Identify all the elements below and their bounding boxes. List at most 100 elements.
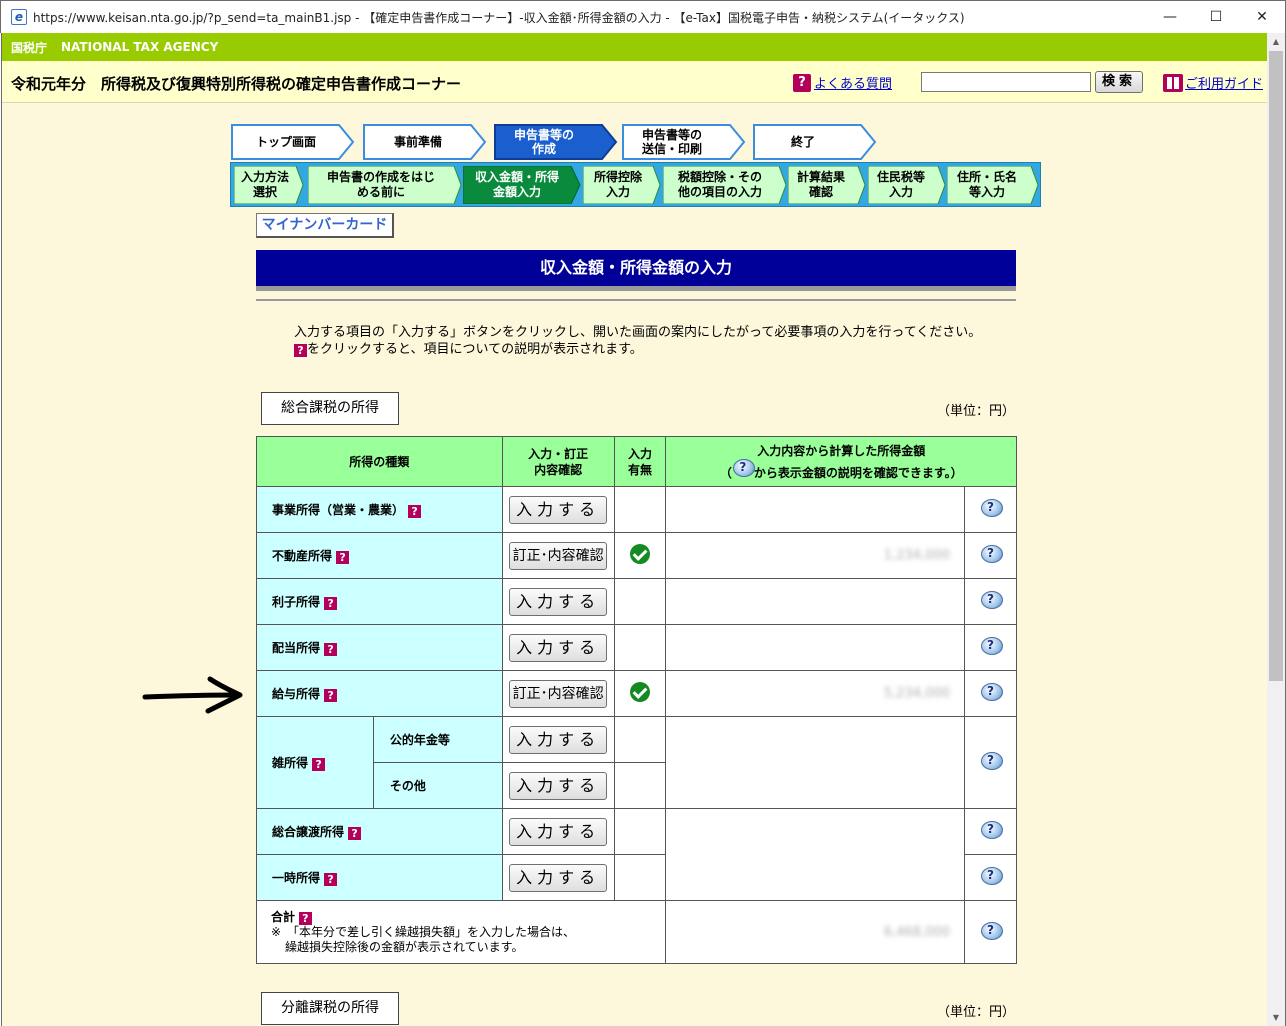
instructions-line1: 入力する項目の「入力する」ボタンをクリックし、開いた画面の案内にしたがって必要事… <box>294 325 982 340</box>
question-icon[interactable]: ? <box>324 597 338 610</box>
interest-input-button[interactable]: 入力する <box>509 587 608 616</box>
help-icon-glyph: ? <box>987 684 994 698</box>
substep-deduction[interactable]: 所得控除 入力 <box>583 166 661 204</box>
substep-address[interactable]: 住所・氏名 等入力 <box>947 166 1039 204</box>
row-capitalgain-label-text: 総合譲渡所得 <box>272 825 345 839</box>
faq-link-label[interactable]: よくある質問 <box>814 73 892 92</box>
row-salary-action: 訂正･内容確認 <box>501 670 615 717</box>
guide-link[interactable]: ご利用ガイド <box>1163 73 1263 92</box>
minimize-button[interactable]: — <box>1147 1 1193 33</box>
faq-link[interactable]: ? よくある質問 <box>793 73 892 92</box>
window-title: https://www.keisan.nta.go.jp/?p_send=ta_… <box>33 10 965 25</box>
substep-taxcredit-line1: 税額控除・その <box>677 170 762 184</box>
help-icon-glyph: ? <box>987 500 994 514</box>
substep-taxcredit-label: 税額控除・その 他の項目の入力 <box>663 166 777 204</box>
header-amount: 入力内容から計算した所得金額 （? から表示金額の説明を確認できます。） <box>665 436 1017 487</box>
substep-before[interactable]: 申告書の作成をはじ める前に <box>308 166 462 204</box>
row-business-amount <box>665 486 966 533</box>
help-icon[interactable]: ? <box>980 821 1003 839</box>
row-total-title-text: 合計 <box>271 909 296 924</box>
help-icon[interactable]: ? <box>980 867 1003 885</box>
question-icon[interactable]: ? <box>324 873 338 886</box>
step-create-line2: 作成 <box>531 142 556 156</box>
row-dividend-label: 配当所得? <box>256 624 503 671</box>
mynumber-card-button[interactable]: マイナンバーカード <box>256 213 394 238</box>
question-icon[interactable]: ? <box>324 643 338 656</box>
search-input[interactable] <box>921 72 1091 92</box>
question-icon: ? <box>793 73 811 92</box>
corner-title: 令和元年分 所得税及び復興特別所得税の確定申告書作成コーナー <box>11 75 462 93</box>
realestate-edit-button[interactable]: 訂正･内容確認 <box>509 541 608 570</box>
help-icon[interactable]: ? <box>980 545 1003 563</box>
substep-nav: 入力方法 選択 申告書の作成をはじ める前に 収入金額・所得 金額入力 所得控除 入力 … <box>230 162 1041 207</box>
substep-taxcredit[interactable]: 税額控除・その 他の項目の入力 <box>663 166 787 204</box>
capitalgain-input-button[interactable]: 入力する <box>509 817 608 846</box>
salary-edit-button[interactable]: 訂正･内容確認 <box>509 679 608 708</box>
help-icon: ? <box>732 458 755 477</box>
question-icon[interactable]: ? <box>348 827 362 840</box>
scroll-thumb[interactable] <box>1269 51 1283 681</box>
help-icon-glyph: ? <box>987 638 994 652</box>
help-icon[interactable]: ? <box>980 921 1003 940</box>
step-create[interactable]: 申告書等の 作成 <box>494 124 618 160</box>
business-input-button[interactable]: 入力する <box>509 495 608 524</box>
header-action-line2: 内容確認 <box>534 462 583 477</box>
question-icon[interactable]: ? <box>336 551 350 564</box>
row-realestate-amount: 1,234,000 <box>665 532 966 579</box>
step-send-label: 申告書等の 送信・印刷 <box>622 124 722 160</box>
vertical-scrollbar[interactable]: ▲ ▼ <box>1267 33 1286 1026</box>
table-row: 雑所得? 公的年金等 入力する ? <box>256 716 1017 809</box>
row-dividend-amount <box>665 624 966 671</box>
row-misc-help: ? <box>964 716 1017 809</box>
check-icon <box>630 544 651 564</box>
pension-input-button[interactable]: 入力する <box>509 725 608 754</box>
substep-result-line2: 確認 <box>808 185 833 199</box>
row-misc-other-label: その他 <box>372 762 503 809</box>
help-icon[interactable]: ? <box>980 591 1003 609</box>
header-amount-line2-pre: （ <box>719 465 732 480</box>
income-table: 所得の種類 入力・訂正 内容確認 入力 有無 入力内容から計算した所得金額 （? から表… <box>255 436 1017 964</box>
step-top[interactable]: トップ画面 <box>231 124 355 160</box>
dividend-input-button[interactable]: 入力する <box>509 633 608 662</box>
help-icon[interactable]: ? <box>980 752 1003 770</box>
maximize-button[interactable]: ☐ <box>1193 1 1239 33</box>
scroll-down-icon[interactable]: ▼ <box>1267 1009 1285 1026</box>
help-icon[interactable]: ? <box>980 683 1003 701</box>
question-icon[interactable]: ? <box>312 758 326 771</box>
header-status-line2: 有無 <box>628 462 653 477</box>
substep-method[interactable]: 入力方法 選択 <box>234 166 304 204</box>
row-salary-help: ? <box>964 670 1017 717</box>
guide-link-label[interactable]: ご利用ガイド <box>1185 73 1263 92</box>
substep-resident-line1: 住民税等 <box>876 170 925 184</box>
temporary-input-button[interactable]: 入力する <box>509 863 608 892</box>
step-prep[interactable]: 事前準備 <box>363 124 487 160</box>
search-button[interactable]: 検索 <box>1095 71 1143 93</box>
misc-other-input-button[interactable]: 入力する <box>509 771 608 800</box>
row-capitalgain-label: 総合譲渡所得? <box>256 808 503 855</box>
close-button[interactable]: ✕ <box>1239 1 1285 33</box>
page-title: 収入金額・所得金額の入力 <box>256 250 1016 286</box>
step-end[interactable]: 終了 <box>753 124 877 160</box>
substep-income[interactable]: 収入金額・所得 金額入力 <box>463 166 581 204</box>
substep-result[interactable]: 計算結果 確認 <box>788 166 866 204</box>
question-icon[interactable]: ? <box>298 911 312 925</box>
row-dividend-action: 入力する <box>501 624 615 671</box>
help-icon-glyph: ? <box>987 822 994 836</box>
step-send[interactable]: 申告書等の 送信・印刷 <box>622 124 746 160</box>
step-send-line1: 申告書等の <box>641 128 702 142</box>
row-temporary-status <box>613 854 667 901</box>
step-top-label: トップ画面 <box>255 135 316 149</box>
scroll-up-icon[interactable]: ▲ <box>1267 33 1285 50</box>
substep-address-line2: 等入力 <box>968 185 1005 199</box>
help-icon[interactable]: ? <box>980 637 1003 655</box>
row-misc-pension-action: 入力する <box>501 716 615 763</box>
divider <box>256 299 1016 301</box>
help-icon-glyph: ? <box>739 459 747 474</box>
row-temporary-label: 一時所得? <box>256 854 503 901</box>
help-icon[interactable]: ? <box>980 499 1003 517</box>
row-interest-amount <box>665 578 966 625</box>
substep-resident[interactable]: 住民税等 入力 <box>868 166 946 204</box>
question-icon[interactable]: ? <box>324 689 338 702</box>
question-icon[interactable]: ? <box>408 505 422 518</box>
substep-method-line1: 入力方法 <box>240 170 289 184</box>
